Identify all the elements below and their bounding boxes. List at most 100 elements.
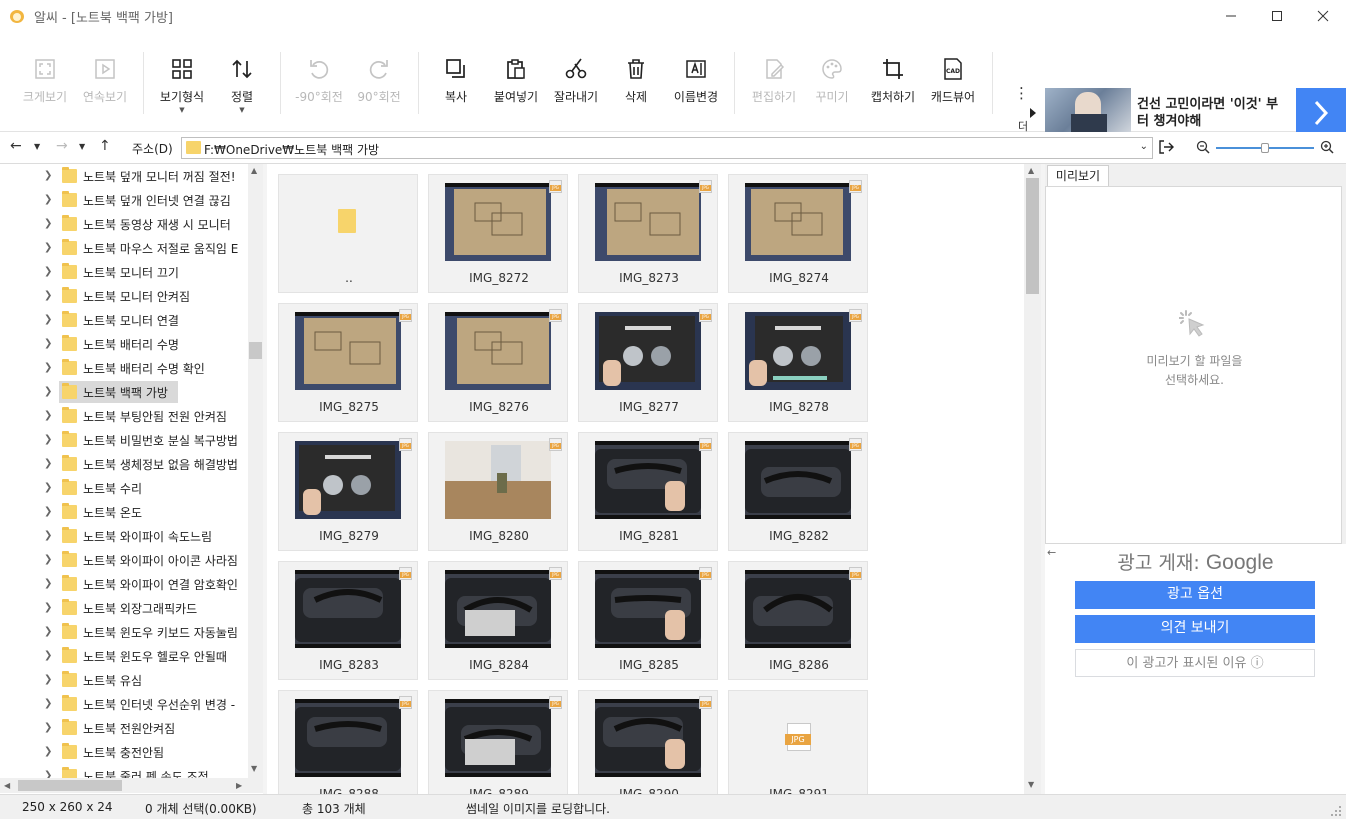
file-tile[interactable]: JPG IMG_8286: [728, 561, 868, 680]
tree-item[interactable]: ❯ 노트북 배터리 수명: [0, 332, 248, 356]
tree-item[interactable]: ❯ 노트북 와이파이 연결 암호확인: [0, 572, 248, 596]
chevron-right-icon[interactable]: ❯: [44, 386, 54, 398]
chevron-right-icon[interactable]: ❯: [44, 506, 54, 518]
view-mode-button[interactable]: 보기형식 ▼: [152, 32, 212, 132]
forward-arrow-icon[interactable]: →: [56, 138, 68, 154]
file-tile[interactable]: JPG IMG_8278: [728, 303, 868, 422]
chevron-right-icon[interactable]: ❯: [44, 554, 54, 566]
chevron-right-icon[interactable]: ❯: [44, 290, 54, 302]
more-options-icon[interactable]: ⋮: [1014, 84, 1029, 102]
go-button[interactable]: [1157, 138, 1177, 158]
chevron-right-icon[interactable]: ❯: [44, 410, 54, 422]
address-path[interactable]: F:₩OneDrive₩노트북 백팩 가방: [204, 141, 379, 158]
chevron-right-icon[interactable]: ❯: [44, 674, 54, 686]
chevron-right-icon[interactable]: ❯: [44, 530, 54, 542]
sort-button[interactable]: 정렬 ▼: [218, 32, 266, 132]
file-tile[interactable]: JPG IMG_8285: [578, 561, 718, 680]
ad-options-button[interactable]: 광고 옵션: [1075, 581, 1315, 609]
tree-item[interactable]: ❯ 노트북 온도: [0, 500, 248, 524]
ad-headline[interactable]: 건선 고민이라면 '이것' 부터 챙겨야해: [1137, 96, 1287, 130]
file-tile[interactable]: JPG IMG_8272: [428, 174, 568, 293]
file-tile[interactable]: JPG IMG_8274: [728, 174, 868, 293]
file-tile[interactable]: JPG IMG_8279: [278, 432, 418, 551]
chevron-right-icon[interactable]: ❯: [44, 698, 54, 710]
back-history-chevron-icon[interactable]: ▼: [34, 142, 40, 151]
parent-folder-tile[interactable]: ..: [278, 174, 418, 293]
chevron-right-icon[interactable]: ❯: [44, 722, 54, 734]
file-tile[interactable]: JPG IMG_8289: [428, 690, 568, 794]
file-tile[interactable]: JPG IMG_8290: [578, 690, 718, 794]
why-this-ad-button[interactable]: 이 광고가 표시된 이유 ⓘ: [1075, 649, 1315, 677]
tree-item[interactable]: ❯ 노트북 수리: [0, 476, 248, 500]
tree-item[interactable]: ❯ 노트북 모니터 안켜짐: [0, 284, 248, 308]
tree-item[interactable]: ❯ 노트북 외장그래픽카드: [0, 596, 248, 620]
tree-item[interactable]: ❯ 노트북 윈도우 키보드 자동눌림: [0, 620, 248, 644]
chevron-right-icon[interactable]: ❯: [44, 338, 54, 350]
file-tile[interactable]: JPG IMG_8276: [428, 303, 568, 422]
address-field[interactable]: F:₩OneDrive₩노트북 백팩 가방 ⌄: [181, 137, 1153, 159]
file-tile[interactable]: JPG IMG_8277: [578, 303, 718, 422]
file-tile[interactable]: JPG IMG_8283: [278, 561, 418, 680]
resize-grip-icon[interactable]: [1330, 805, 1342, 817]
ad-image[interactable]: [1045, 88, 1131, 138]
tree-item[interactable]: ❯ 노트북 와이파이 속도느림: [0, 524, 248, 548]
tree-item[interactable]: ❯ 노트북 유심: [0, 668, 248, 692]
file-tile[interactable]: JPG IMG_8282: [728, 432, 868, 551]
capture-button[interactable]: 캡처하기: [864, 32, 922, 132]
file-tile[interactable]: JPG IMG_8291: [728, 690, 868, 794]
chevron-right-icon[interactable]: ❯: [44, 746, 54, 758]
chevron-right-icon[interactable]: ❯: [44, 242, 54, 254]
tab-preview[interactable]: 미리보기: [1047, 165, 1109, 187]
tree-item[interactable]: ❯ 노트북 마우스 저절로 움직임 E: [0, 236, 248, 260]
rotate-left-button[interactable]: -90°회전: [290, 32, 348, 132]
minimize-button[interactable]: [1208, 0, 1254, 32]
copy-button[interactable]: 복사: [436, 32, 476, 132]
tree-horizontal-scrollbar[interactable]: ◀ ▶: [0, 778, 263, 793]
tree-item[interactable]: ❯ 노트북 생체정보 없음 해결방법: [0, 452, 248, 476]
grid-vertical-scrollbar[interactable]: ▲ ▼: [1024, 164, 1041, 794]
tree-item[interactable]: ❯ 노트북 충전안됨: [0, 740, 248, 764]
cut-button[interactable]: 잘라내기: [548, 32, 604, 132]
paste-button[interactable]: 붙여넣기: [486, 32, 546, 132]
tree-item[interactable]: ❯ 노트북 덮개 모니터 꺼짐 절전!: [0, 164, 248, 188]
chevron-right-icon[interactable]: ❯: [44, 602, 54, 614]
rotate-right-button[interactable]: 90°회전: [352, 32, 406, 132]
chevron-right-icon[interactable]: ❯: [44, 482, 54, 494]
tree-item[interactable]: ❯ 노트북 모니터 연결: [0, 308, 248, 332]
tree-item[interactable]: ❯ 노트북 부팅안됨 전원 안켜짐: [0, 404, 248, 428]
delete-button[interactable]: 삭제: [616, 32, 656, 132]
send-feedback-button[interactable]: 의견 보내기: [1075, 615, 1315, 643]
chevron-right-icon[interactable]: ❯: [44, 314, 54, 326]
tree-item[interactable]: ❯ 노트북 전원안켜짐: [0, 716, 248, 740]
tree-item[interactable]: ❯ 노트북 덮개 인터넷 연결 끊김: [0, 188, 248, 212]
tree-item[interactable]: ❯ 노트북 동영상 재생 시 모니터: [0, 212, 248, 236]
chevron-right-icon[interactable]: ❯: [44, 218, 54, 230]
edit-button[interactable]: 편집하기: [746, 32, 802, 132]
close-button[interactable]: [1300, 0, 1346, 32]
ad-next-button[interactable]: [1296, 88, 1346, 138]
slideshow-button[interactable]: 연속보기: [78, 32, 132, 132]
file-tile[interactable]: JPG IMG_8284: [428, 561, 568, 680]
scrollbar-thumb[interactable]: [249, 342, 262, 359]
rename-button[interactable]: 이름변경: [668, 32, 724, 132]
zoom-in-button[interactable]: [1320, 140, 1334, 154]
chevron-down-icon[interactable]: ⌄: [1140, 141, 1148, 152]
tree-item[interactable]: ❯ 노트북 윈도우 헬로우 안될때: [0, 644, 248, 668]
file-tile[interactable]: JPG IMG_8280: [428, 432, 568, 551]
file-tile[interactable]: JPG IMG_8281: [578, 432, 718, 551]
file-tile[interactable]: JPG IMG_8273: [578, 174, 718, 293]
chevron-right-icon[interactable]: ❯: [44, 362, 54, 374]
tree-item[interactable]: ❯ 노트북 와이파이 아이콘 사라짐: [0, 548, 248, 572]
chevron-right-icon[interactable]: ❯: [44, 266, 54, 278]
tree-item[interactable]: ❯ 노트북 백팩 가방: [0, 380, 248, 404]
cad-viewer-button[interactable]: CAD 캐드뷰어: [926, 32, 980, 132]
file-tile[interactable]: JPG IMG_8275: [278, 303, 418, 422]
decorate-button[interactable]: 꾸미기: [810, 32, 854, 132]
zoom-out-button[interactable]: [1196, 140, 1210, 154]
file-tile[interactable]: JPG IMG_8288: [278, 690, 418, 794]
chevron-right-icon[interactable]: ❯: [44, 458, 54, 470]
zoom-slider-thumb[interactable]: [1261, 143, 1269, 153]
back-arrow-icon[interactable]: ←: [10, 138, 22, 154]
up-arrow-icon[interactable]: ↑: [99, 138, 111, 154]
scrollbar-thumb[interactable]: [18, 780, 122, 791]
